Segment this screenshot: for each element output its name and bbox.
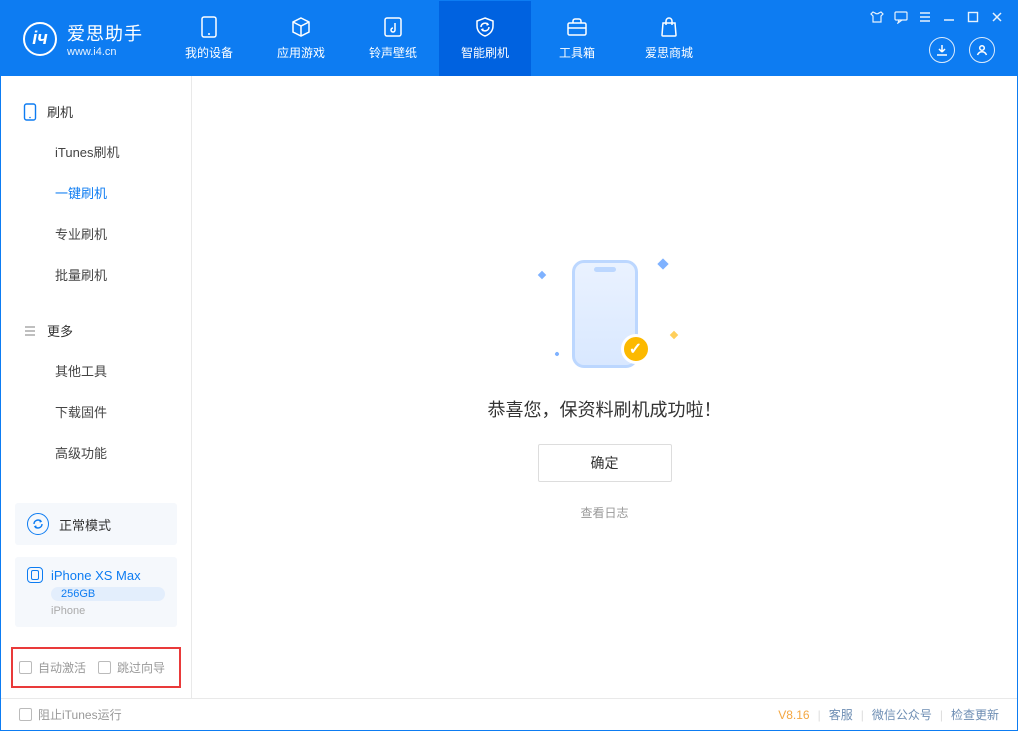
group-more-header[interactable]: 更多 [1, 313, 191, 350]
sidebar-item-oneclick-flash[interactable]: 一键刷机 [55, 172, 191, 213]
sidebar-item-advanced[interactable]: 高级功能 [55, 432, 191, 473]
check-badge-icon: ✓ [621, 334, 651, 364]
nav-ringtones[interactable]: 铃声壁纸 [347, 1, 439, 76]
check-block-itunes[interactable]: 阻止iTunes运行 [19, 706, 122, 723]
maximize-button[interactable] [965, 9, 981, 25]
check-auto-activate[interactable]: 自动激活 [19, 659, 86, 676]
device-row: iPhone XS Max [27, 567, 165, 583]
sparkle-icon [669, 330, 677, 338]
tshirt-icon[interactable] [869, 9, 885, 25]
header-action-icons [929, 37, 995, 63]
device-icon [27, 567, 43, 583]
group-flash-header[interactable]: 刷机 [1, 94, 191, 131]
app-window: { "app": { "name_cn": "爱思助手", "name_en":… [0, 0, 1018, 731]
link-check-update[interactable]: 检查更新 [951, 706, 999, 723]
mode-label: 正常模式 [59, 515, 111, 534]
bag-icon [657, 16, 681, 38]
logo-text: 爱思助手 www.i4.cn [67, 20, 143, 58]
refresh-shield-icon [473, 16, 497, 38]
check-label: 跳过向导 [117, 659, 165, 676]
link-wechat[interactable]: 微信公众号 [872, 706, 932, 723]
header: iч 爱思助手 www.i4.cn 我的设备 应用游戏 铃声壁纸 智能刷机 [1, 1, 1017, 76]
nav-label: 工具箱 [559, 44, 595, 61]
top-nav: 我的设备 应用游戏 铃声壁纸 智能刷机 工具箱 爱思商城 [163, 1, 715, 76]
feedback-icon[interactable] [893, 9, 909, 25]
minimize-button[interactable] [941, 9, 957, 25]
separator: | [861, 708, 864, 722]
group-title: 更多 [47, 321, 73, 340]
separator: | [818, 708, 821, 722]
sparkle-icon [657, 258, 668, 269]
checkbox-icon [98, 661, 111, 674]
sidebar-item-other-tools[interactable]: 其他工具 [55, 350, 191, 391]
cube-icon [289, 16, 313, 38]
list-icon [23, 324, 37, 338]
success-panel: ✓ 恭喜您，保资料刷机成功啦！ 确定 查看日志 [488, 254, 722, 521]
mode-icon [27, 513, 49, 535]
phone-illustration: ✓ [525, 254, 685, 374]
nav-label: 我的设备 [185, 44, 233, 61]
sidebar: 刷机 iTunes刷机 一键刷机 专业刷机 批量刷机 更多 其他工具 下载固件 … [1, 76, 192, 698]
menu-icon[interactable] [917, 9, 933, 25]
footer-right: V8.16 | 客服 | 微信公众号 | 检查更新 [778, 706, 999, 723]
sidebar-item-itunes-flash[interactable]: iTunes刷机 [55, 131, 191, 172]
sidebar-item-batch-flash[interactable]: 批量刷机 [55, 254, 191, 295]
highlighted-checks: 自动激活 跳过向导 [11, 647, 181, 688]
success-message: 恭喜您，保资料刷机成功啦！ [488, 396, 722, 422]
nav-label: 铃声壁纸 [369, 44, 417, 61]
view-log-link[interactable]: 查看日志 [580, 504, 628, 521]
logo-icon: iч [23, 22, 57, 56]
sparkle-icon [554, 351, 560, 357]
sidebar-scroll: 刷机 iTunes刷机 一键刷机 专业刷机 批量刷机 更多 其他工具 下载固件 … [1, 76, 191, 503]
music-file-icon [381, 16, 405, 38]
logo[interactable]: iч 爱思助手 www.i4.cn [1, 1, 163, 76]
main-content: ✓ 恭喜您，保资料刷机成功啦！ 确定 查看日志 [192, 76, 1017, 698]
toolbox-icon [565, 16, 589, 38]
link-support[interactable]: 客服 [829, 706, 853, 723]
check-skip-guide[interactable]: 跳过向导 [98, 659, 165, 676]
checkbox-icon [19, 708, 32, 721]
group-title: 刷机 [47, 102, 73, 121]
version-label: V8.16 [778, 708, 809, 722]
group-more-items: 其他工具 下载固件 高级功能 [1, 350, 191, 473]
sidebar-item-download-firmware[interactable]: 下载固件 [55, 391, 191, 432]
separator: | [940, 708, 943, 722]
device-icon [197, 16, 221, 38]
sparkle-icon [537, 270, 545, 278]
footer: 阻止iTunes运行 V8.16 | 客服 | 微信公众号 | 检查更新 [1, 698, 1017, 730]
ok-button[interactable]: 确定 [538, 444, 672, 482]
download-button[interactable] [929, 37, 955, 63]
close-button[interactable] [989, 9, 1005, 25]
storage-pill: 256GB [51, 587, 165, 601]
nav-label: 智能刷机 [461, 44, 509, 61]
check-label: 阻止iTunes运行 [38, 706, 122, 723]
app-name-cn: 爱思助手 [67, 20, 143, 46]
account-button[interactable] [969, 37, 995, 63]
mode-card[interactable]: 正常模式 [15, 503, 177, 545]
nav-store[interactable]: 爱思商城 [623, 1, 715, 76]
app-name-en: www.i4.cn [67, 46, 143, 58]
body: 刷机 iTunes刷机 一键刷机 专业刷机 批量刷机 更多 其他工具 下载固件 … [1, 76, 1017, 698]
device-card[interactable]: iPhone XS Max 256GB iPhone [15, 557, 177, 627]
checkbox-icon [19, 661, 32, 674]
group-flash-items: iTunes刷机 一键刷机 专业刷机 批量刷机 [1, 131, 191, 295]
check-label: 自动激活 [38, 659, 86, 676]
nav-label: 应用游戏 [277, 44, 325, 61]
device-type: iPhone [51, 605, 165, 617]
footer-left: 阻止iTunes运行 [19, 706, 122, 723]
device-name: iPhone XS Max [51, 568, 141, 583]
nav-smart-flash[interactable]: 智能刷机 [439, 1, 531, 76]
phone-icon [23, 103, 37, 121]
nav-toolbox[interactable]: 工具箱 [531, 1, 623, 76]
nav-apps-games[interactable]: 应用游戏 [255, 1, 347, 76]
nav-my-device[interactable]: 我的设备 [163, 1, 255, 76]
sidebar-item-pro-flash[interactable]: 专业刷机 [55, 213, 191, 254]
nav-label: 爱思商城 [645, 44, 693, 61]
